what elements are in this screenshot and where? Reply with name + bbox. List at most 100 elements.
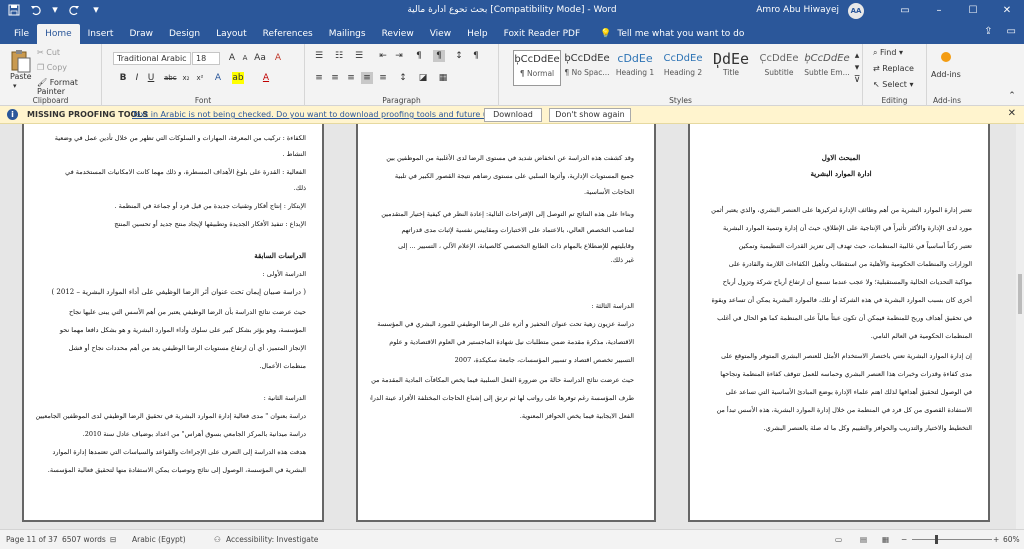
italic-icon[interactable]: I [131, 72, 143, 84]
tab-help[interactable]: Help [459, 24, 496, 44]
minimize-icon[interactable]: – [922, 0, 956, 22]
avatar[interactable]: AA [848, 3, 864, 19]
language[interactable]: Arabic (Egypt) [132, 535, 186, 544]
grow-font-icon[interactable]: A [226, 52, 238, 64]
style-subtle-emphasis[interactable]: ٖbCcDdEe Subtle Em... [803, 50, 851, 86]
replace-button[interactable]: ⇄ Replace [873, 64, 914, 73]
superscript-icon[interactable]: x² [194, 72, 206, 84]
tab-home[interactable]: Home [37, 24, 80, 44]
document-area[interactable]: الكفاءة : تركيب من المعرفة، المهارات و ا… [0, 124, 1024, 529]
tab-references[interactable]: References [255, 24, 321, 44]
copy-button[interactable]: ❐ Copy [37, 63, 67, 72]
change-case-icon[interactable]: Aa [254, 52, 266, 64]
select-button[interactable]: ↖ Select ▾ [873, 80, 914, 89]
cut-button[interactable]: ✂ Cut [37, 48, 60, 57]
read-mode-icon[interactable]: ▤ [860, 535, 867, 544]
page-count[interactable]: Page 11 of 37 [6, 535, 58, 544]
user-name[interactable]: Amro Abu Hiwayej [756, 5, 839, 15]
subscript-icon[interactable]: x₂ [180, 72, 192, 84]
tab-design[interactable]: Design [161, 24, 208, 44]
message-link[interactable]: Text in Arabic is not being checked. Do … [132, 110, 519, 119]
shrink-font-icon[interactable]: A [239, 52, 251, 64]
underline-icon[interactable]: U [145, 72, 157, 84]
bold-icon[interactable]: B [117, 72, 129, 84]
page-left[interactable]: الكفاءة : تركيب من المعرفة، المهارات و ا… [22, 124, 324, 522]
tab-mailings[interactable]: Mailings [321, 24, 374, 44]
word-count[interactable]: 6507 words [62, 535, 106, 544]
numbering-icon[interactable]: ☷ [333, 50, 345, 62]
web-layout-icon[interactable]: ▦ [882, 535, 889, 544]
ribbon-display-icon[interactable]: ▭ [888, 0, 922, 22]
download-button[interactable]: Download [484, 108, 542, 122]
paste-icon[interactable] [8, 48, 34, 74]
proofing-icon[interactable]: ⊟ [110, 535, 116, 544]
tab-insert[interactable]: Insert [80, 24, 122, 44]
show-marks-icon[interactable]: ¶ [470, 50, 482, 62]
borders-icon[interactable]: ▦ [437, 72, 449, 84]
rtl-icon[interactable]: ¶ [433, 50, 445, 62]
bullets-icon[interactable]: ☰ [313, 50, 325, 62]
shading-icon[interactable]: ◪ [417, 72, 429, 84]
line-spacing-icon[interactable]: ↕ [397, 72, 409, 84]
increase-indent-icon[interactable]: ⇥ [393, 50, 405, 62]
align-right-icon[interactable]: ≡ [345, 72, 357, 84]
style-title[interactable]: ٖDdEe Title [707, 50, 755, 86]
ltr-icon[interactable]: ¶ [413, 50, 425, 62]
style-subtitle[interactable]: ٖCcDdEe Subtitle [755, 50, 803, 86]
close-icon[interactable]: ✕ [990, 0, 1024, 22]
paste-dropdown-icon[interactable]: ▾ [13, 82, 17, 90]
align-center-icon[interactable]: ≡ [329, 72, 341, 84]
decrease-indent-icon[interactable]: ⇤ [377, 50, 389, 62]
tab-view[interactable]: View [422, 24, 459, 44]
find-button[interactable]: ⌕ Find ▾ [873, 48, 903, 58]
distributed-icon[interactable]: ≡ [377, 72, 389, 84]
font-size-select[interactable]: 18 [192, 52, 220, 65]
vertical-scrollbar[interactable] [1016, 124, 1024, 529]
accessibility-status[interactable]: Accessibility: Investigate [226, 535, 318, 544]
tab-review[interactable]: Review [374, 24, 422, 44]
scrollbar-thumb[interactable] [1018, 274, 1022, 314]
share-icon[interactable]: ⇪ [984, 26, 992, 37]
page-line: مواكبة التحديات الحالية والمستقبلية؛ ولا… [722, 278, 972, 286]
zoom-slider-thumb[interactable] [935, 535, 938, 544]
tell-me-search[interactable]: 💡 Tell me what you want to do [600, 24, 744, 44]
tab-layout[interactable]: Layout [208, 24, 255, 44]
text-effects-icon[interactable]: A [212, 72, 224, 84]
tab-file[interactable]: File [6, 24, 37, 44]
highlight-icon[interactable]: ab [232, 72, 244, 84]
page-middle[interactable]: وقد كشفت هذه الدراسة عن انخفاض شديد في م… [356, 124, 656, 522]
zoom-level[interactable]: 60% [1003, 535, 1020, 544]
maximize-icon[interactable]: ☐ [956, 0, 990, 22]
style-heading-2[interactable]: CcDdEe Heading 2 [659, 50, 707, 86]
clear-formatting-icon[interactable]: A [272, 52, 284, 64]
multilevel-list-icon[interactable]: ☰ [353, 50, 365, 62]
styles-down-icon[interactable]: ▾ [851, 62, 863, 74]
style-no-spacing[interactable]: ٖbCcDdEe ¶ No Spac... [563, 50, 611, 86]
zoom-out-icon[interactable]: − [901, 535, 907, 544]
collapse-ribbon-icon[interactable]: ⌃ [1006, 90, 1018, 102]
tab-foxit[interactable]: Foxit Reader PDF [496, 24, 589, 44]
style-normal[interactable]: ٖbCcDdEe ¶ Normal [513, 50, 561, 86]
dont-show-again-button[interactable]: Don't show again [549, 108, 631, 122]
style-heading-1[interactable]: cDdEe Heading 1 [611, 50, 659, 86]
format-painter-button[interactable]: 🖌 Format Painter [37, 78, 101, 96]
accessibility-icon[interactable]: ⚇ [214, 535, 221, 544]
addins-icon[interactable] [941, 52, 951, 62]
paste-button[interactable]: Paste [10, 72, 32, 81]
font-name-select[interactable]: Traditional Arabic [113, 52, 191, 65]
focus-icon[interactable]: ▭ [835, 535, 842, 544]
font-color-icon[interactable]: A [260, 72, 272, 84]
comments-icon[interactable]: ▭ [1007, 26, 1016, 37]
page-right[interactable]: المبحث الاول ادارة الموارد البشرية تعتبر… [688, 124, 990, 522]
tab-draw[interactable]: Draw [121, 24, 161, 44]
close-icon[interactable]: ✕ [1008, 108, 1016, 119]
styles-more-icon[interactable]: ⊽ [851, 74, 863, 86]
zoom-slider[interactable] [912, 539, 992, 540]
align-left-icon[interactable]: ≡ [313, 72, 325, 84]
addins-button[interactable]: Add-ins [931, 70, 961, 79]
zoom-in-icon[interactable]: + [993, 535, 999, 544]
sort-icon[interactable]: ↕ [453, 50, 465, 62]
justify-icon[interactable]: ≡ [361, 72, 373, 84]
styles-up-icon[interactable]: ▴ [851, 50, 863, 62]
strikethrough-icon[interactable]: abc [164, 72, 177, 84]
